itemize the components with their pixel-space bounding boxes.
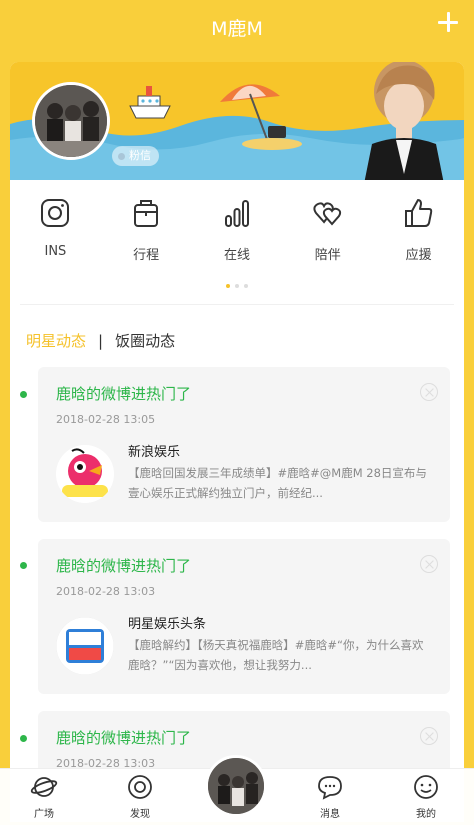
nav-label: 我的 (416, 809, 436, 820)
signal-bars-icon (224, 200, 249, 227)
shortcut-label: 应援 (405, 248, 432, 263)
sina-ent-logo (56, 445, 114, 503)
star-portrait-image (364, 62, 444, 180)
feed-title: 鹿晗的微博进热门了 (56, 557, 192, 575)
nav-center-avatar[interactable] (205, 755, 267, 817)
luggage-icon (134, 200, 159, 227)
fans-badge[interactable]: 粉信 (112, 146, 159, 166)
hearts-icon (313, 202, 341, 226)
feed-card[interactable]: 鹿晗的微博进热门了 2018-02-28 13:03 明星娱乐头条 【鹿晗解约】… (38, 539, 450, 694)
tab-separator: | (98, 331, 104, 350)
face-icon (414, 775, 438, 799)
planet-icon (30, 777, 58, 797)
tab-star-news[interactable]: 明星动态 (26, 330, 86, 351)
group-avatar[interactable] (32, 82, 110, 160)
feed-source: 新浪娱乐 (128, 445, 181, 460)
page-dot (235, 284, 239, 288)
nav-square[interactable]: 广场 (14, 773, 74, 820)
feed-time: 2018-02-28 13:03 (56, 585, 156, 598)
page-dot-active (226, 284, 230, 288)
group-photo-image (35, 85, 107, 157)
page-dot (244, 284, 248, 288)
timeline-dot (20, 562, 27, 569)
fans-badge-label: 粉信 (129, 149, 151, 162)
page-indicator (10, 284, 464, 288)
shortcut-label: 陪伴 (314, 248, 341, 263)
divider (20, 304, 454, 305)
nav-profile[interactable]: 我的 (396, 773, 456, 820)
shortcut-grid: INS 行程 在线 陪伴 应援 (10, 196, 464, 276)
compass-icon (128, 775, 152, 799)
feed-body: 【鹿晗解约】【杨天真祝福鹿晗】#鹿晗#“你，为什么喜欢鹿晗？”“因为喜欢他，想让… (128, 638, 424, 672)
shortcut-label: 在线 (223, 248, 250, 263)
feed-thumbnail (56, 445, 114, 503)
shortcut-online[interactable]: 在线 (202, 196, 272, 276)
shortcut-schedule[interactable]: 行程 (111, 196, 181, 276)
chat-bubble-icon (318, 776, 342, 800)
feed-body: 【鹿晗回国发展三年成绩单】#鹿晗#@M鹿M 28日宣布与壹心娱乐正式解约独立门户… (128, 466, 427, 500)
add-plus-icon[interactable] (436, 10, 460, 34)
feed-title: 鹿晗的微博进热门了 (56, 729, 192, 747)
instagram-icon (41, 199, 70, 227)
tab-fan-news[interactable]: 饭圈动态 (115, 330, 175, 351)
feed-title: 鹿晗的微博进热门了 (56, 385, 192, 403)
page-title: M鹿M (211, 18, 263, 40)
shortcut-ins[interactable]: INS (20, 196, 90, 276)
main-card: 粉信 INS 行程 在线 陪伴 应援 明星动态 | 饭圈动态 鹿晗的微博进热门了… (10, 62, 464, 822)
feed-source: 明星娱乐头条 (128, 617, 207, 632)
nav-label: 发现 (130, 809, 150, 820)
center-avatar-image (208, 758, 264, 814)
close-icon[interactable] (420, 727, 438, 745)
shortcut-companion[interactable]: 陪伴 (293, 196, 363, 276)
thumbs-up-icon (404, 199, 432, 227)
nav-label: 消息 (320, 809, 340, 820)
timeline-dot (20, 735, 27, 742)
feed-thumbnail (56, 617, 114, 675)
close-icon[interactable] (420, 383, 438, 401)
nav-discover[interactable]: 发现 (110, 773, 170, 820)
toutiao-ent-logo (56, 617, 114, 675)
shortcut-label: INS (44, 244, 67, 259)
nav-label: 广场 (34, 809, 54, 820)
badge-dot-icon (118, 152, 125, 160)
shortcut-label: 行程 (133, 248, 160, 263)
feed-card[interactable]: 鹿晗的微博进热门了 2018-02-28 13:05 新浪娱乐 【鹿晗回国发展三… (38, 367, 450, 522)
close-icon[interactable] (420, 555, 438, 573)
feed-tabs: 明星动态 | 饭圈动态 (26, 330, 175, 351)
timeline-dot (20, 391, 27, 398)
nav-messages[interactable]: 消息 (300, 773, 360, 820)
shortcut-support[interactable]: 应援 (384, 196, 454, 276)
feed-time: 2018-02-28 13:05 (56, 413, 156, 426)
banner: 粉信 (10, 62, 464, 180)
bottom-nav: 广场 发现 消息 我的 (0, 755, 474, 825)
top-bar: M鹿M (0, 0, 474, 58)
